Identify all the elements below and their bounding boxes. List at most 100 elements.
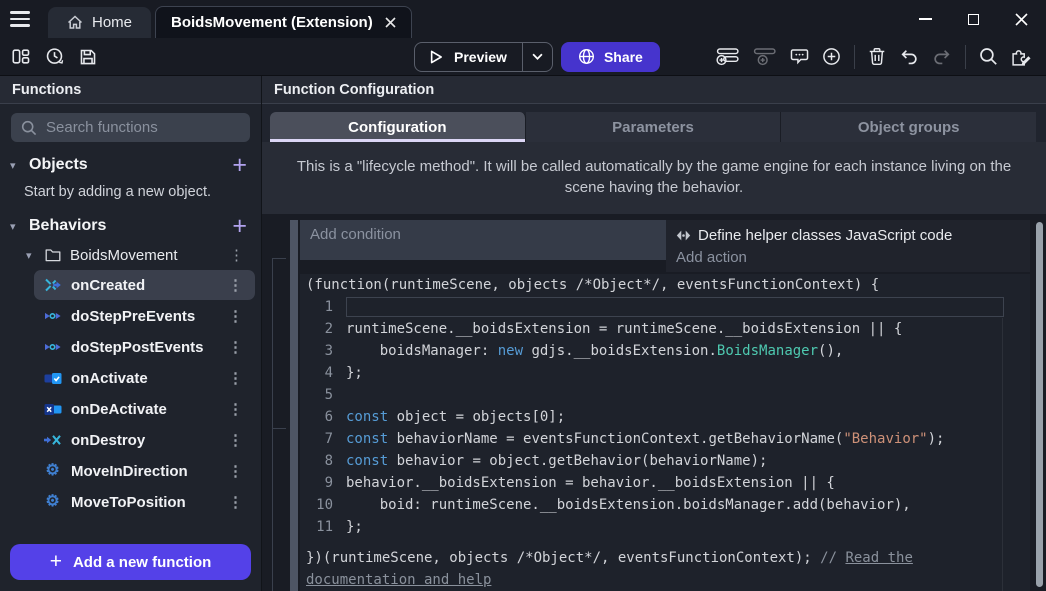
kebab-icon[interactable]: ⋮ [225, 493, 246, 511]
add-condition-cell[interactable]: Add condition [300, 220, 666, 260]
save-icon[interactable] [79, 48, 97, 66]
function-gear-icon: ⚙ [43, 463, 62, 479]
tab-object-groups[interactable]: Object groups [781, 112, 1036, 142]
edit-extension-icon[interactable] [1011, 47, 1032, 67]
preview-dropdown-button[interactable] [522, 43, 552, 71]
step-arrows-icon [43, 308, 62, 324]
redo-icon[interactable] [932, 48, 952, 65]
chevron-down-icon [532, 53, 543, 60]
line-number: 6 [300, 406, 346, 428]
globe-icon [578, 48, 595, 65]
js-event-title-row[interactable]: Define helper classes JavaScript code [666, 222, 1030, 246]
undo-icon[interactable] [899, 48, 919, 65]
window-controls [916, 0, 1046, 38]
tab-home[interactable]: Home [48, 7, 151, 38]
kebab-icon[interactable]: ⋮ [225, 400, 246, 418]
function-item-onDeActivate[interactable]: onDeActivate⋮ [34, 394, 255, 424]
code-line-10: 10 boid: runtimeScene.__boidsExtension.b… [300, 494, 1030, 516]
code-line-7: 7const behaviorName = eventsFunctionCont… [300, 428, 1030, 450]
function-item-label: onActivate [71, 370, 216, 387]
current-line-highlight [346, 297, 1004, 317]
kebab-icon[interactable]: ⋮ [225, 431, 246, 449]
function-item-onActivate[interactable]: onActivate ⋮ [34, 363, 255, 393]
close-icon[interactable] [1012, 10, 1030, 28]
add-function-label: Add a new function [73, 554, 211, 571]
lifecycle-created-icon [43, 277, 62, 293]
events-sheet[interactable]: Add condition Define helper classes Java… [262, 214, 1046, 591]
function-item-label: onCreated [71, 277, 216, 294]
function-item-onCreated[interactable]: onCreated ⋮ [34, 270, 255, 300]
chevron-down-icon[interactable]: ▾ [26, 249, 36, 262]
kebab-icon[interactable]: ⋮ [226, 246, 247, 264]
plus-icon: + [50, 550, 62, 574]
objects-section-row: ▾ Objects + [0, 145, 261, 176]
function-item-MoveToPosition[interactable]: ⚙MoveToPosition⋮ [34, 487, 255, 517]
hamburger-menu-icon[interactable] [0, 0, 40, 38]
folder-icon [45, 248, 61, 262]
history-icon[interactable] [45, 47, 64, 66]
events-scrollbar[interactable] [1036, 222, 1043, 587]
kebab-icon[interactable]: ⋮ [225, 276, 246, 294]
description-panel: This is a "lifecycle method". It will be… [262, 142, 1046, 214]
share-button[interactable]: Share [561, 42, 660, 72]
documentation-link[interactable]: Read the [845, 547, 912, 569]
function-item-doStepPostEvents[interactable]: doStepPostEvents⋮ [34, 332, 255, 362]
function-gear-icon: ⚙ [43, 494, 62, 510]
add-event-icon[interactable] [716, 47, 740, 66]
kebab-icon[interactable]: ⋮ [225, 369, 246, 387]
content-area: Functions ▾ Objects + Start by adding a … [0, 76, 1046, 591]
add-comment-icon[interactable] [790, 48, 809, 65]
function-item-MoveInDirection[interactable]: ⚙MoveInDirection⋮ [34, 456, 255, 486]
search-icon [21, 120, 37, 136]
line-number: 1 [300, 296, 346, 318]
objects-section-title: Objects [29, 156, 88, 174]
search-icon[interactable] [979, 47, 998, 66]
trash-icon[interactable] [868, 47, 886, 66]
function-item-doStepPreEvents[interactable]: doStepPreEvents⋮ [34, 301, 255, 331]
code-overview-ruler [1002, 318, 1003, 591]
tab-configuration[interactable]: Configuration [270, 112, 526, 142]
event-bracket [272, 258, 286, 428]
code-line-2: 2runtimeScene.__boidsExtension = runtime… [300, 318, 1030, 340]
code-editor[interactable]: (function(runtimeScene, objects /*Object… [300, 274, 1030, 591]
code-wrapper-close-1: })(runtimeScene, objects /*Object*/, eve… [300, 547, 1030, 569]
tab-parameters[interactable]: Parameters [526, 112, 782, 142]
play-icon [430, 50, 443, 64]
add-behavior-button[interactable]: + [232, 217, 247, 235]
code-line-5: 5 [300, 384, 1030, 406]
tab-document[interactable]: BoidsMovement (Extension) [155, 6, 412, 38]
add-function-button[interactable]: + Add a new function [10, 544, 251, 580]
preview-button[interactable]: Preview [414, 42, 553, 72]
search-functions-box[interactable] [11, 113, 250, 142]
behavior-group-row[interactable]: ▾ BoidsMovement ⋮ [0, 237, 261, 269]
editor-tabs: Home BoidsMovement (Extension) [40, 0, 412, 38]
add-circle-icon[interactable] [822, 47, 841, 66]
home-icon [67, 15, 83, 30]
kebab-icon[interactable]: ⋮ [225, 462, 246, 480]
search-functions-input[interactable] [46, 119, 245, 136]
kebab-icon[interactable]: ⋮ [225, 338, 246, 356]
add-condition-label: Add condition [310, 226, 401, 243]
code-line-6: 6const object = objects[0]; [300, 406, 1030, 428]
project-panels-icon[interactable] [12, 48, 30, 65]
chevron-down-icon[interactable]: ▾ [10, 220, 20, 233]
line-number: 10 [300, 494, 346, 516]
function-item-onDestroy[interactable]: onDestroy⋮ [34, 425, 255, 455]
tab-close-icon[interactable] [385, 17, 396, 28]
sidebar-header-title: Functions [12, 82, 81, 98]
add-action-cell[interactable]: Add action [666, 246, 1030, 268]
line-number: 3 [300, 340, 346, 362]
minimize-icon[interactable] [916, 10, 934, 28]
js-event-title: Define helper classes JavaScript code [698, 227, 952, 244]
add-object-button[interactable]: + [232, 156, 247, 174]
event-drag-handle[interactable] [290, 220, 298, 591]
toolbar-separator [854, 45, 855, 69]
add-subevent-icon[interactable] [753, 47, 777, 66]
functions-sidebar: Functions ▾ Objects + Start by adding a … [0, 76, 262, 591]
main-header: Function Configuration [262, 76, 1046, 104]
maximize-icon[interactable] [964, 10, 982, 28]
chevron-down-icon[interactable]: ▾ [10, 159, 20, 172]
line-number: 4 [300, 362, 346, 384]
documentation-link[interactable]: documentation and help [306, 569, 491, 591]
kebab-icon[interactable]: ⋮ [225, 307, 246, 325]
